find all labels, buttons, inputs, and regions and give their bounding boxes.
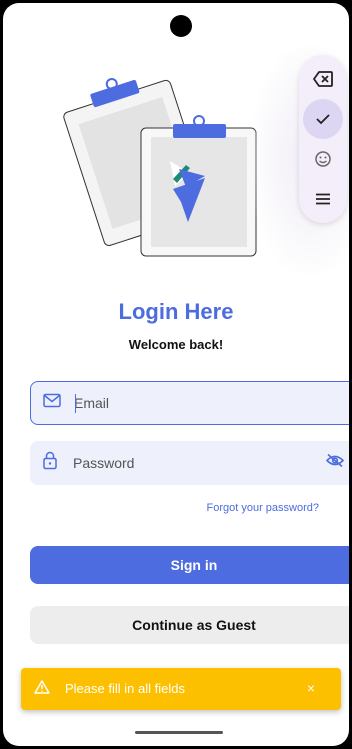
warning-icon bbox=[34, 680, 50, 699]
check-icon[interactable] bbox=[303, 99, 343, 139]
close-icon[interactable]: × bbox=[307, 680, 315, 696]
continue-as-guest-button[interactable]: Continue as Guest bbox=[30, 606, 349, 644]
page-title: Login Here bbox=[118, 299, 234, 324]
forgot-password-link[interactable]: Forgot your password? bbox=[207, 502, 320, 514]
eye-off-icon[interactable] bbox=[325, 453, 345, 473]
mail-icon bbox=[43, 393, 61, 413]
app-screen: Login Here Welcome back! Forgot your pas… bbox=[3, 3, 349, 746]
email-field[interactable] bbox=[30, 381, 349, 425]
password-field[interactable] bbox=[30, 441, 349, 485]
home-indicator[interactable] bbox=[135, 731, 223, 734]
sign-in-button[interactable]: Sign in bbox=[30, 546, 349, 584]
floating-keyboard-toolbar bbox=[299, 55, 347, 223]
email-input[interactable] bbox=[74, 390, 313, 416]
welcome-subtitle: Welcome back! bbox=[128, 337, 224, 352]
lock-icon bbox=[42, 451, 58, 475]
snackbar-message: Please fill in all fields bbox=[65, 681, 185, 696]
password-input[interactable] bbox=[73, 449, 314, 477]
menu-icon[interactable] bbox=[303, 179, 343, 219]
backspace-icon[interactable] bbox=[303, 59, 343, 99]
text-cursor bbox=[75, 394, 76, 413]
error-snackbar: Please fill in all fields × bbox=[21, 668, 341, 710]
emoji-icon[interactable] bbox=[303, 139, 343, 179]
front-camera bbox=[170, 15, 192, 37]
